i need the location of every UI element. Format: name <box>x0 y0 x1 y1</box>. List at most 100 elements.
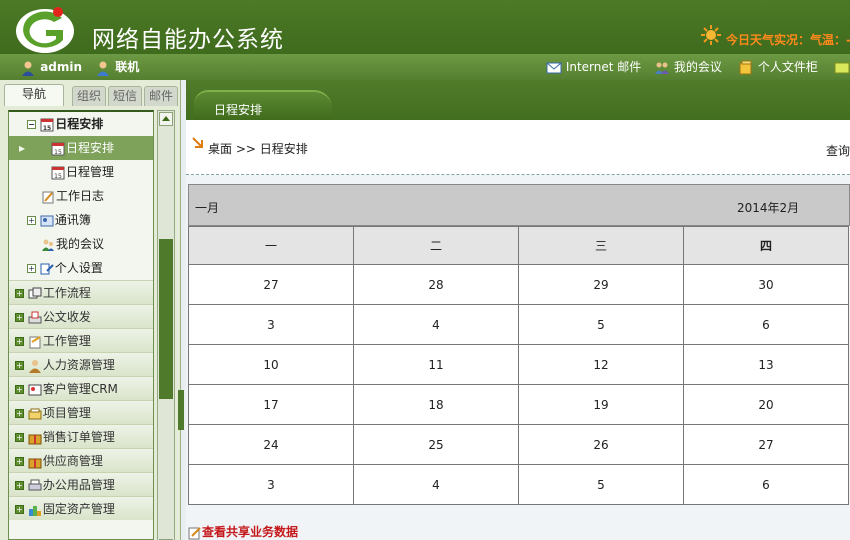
collapse-icon[interactable]: − <box>27 120 36 129</box>
calendar-day-cell[interactable]: 29 <box>518 264 684 305</box>
calendar-day-cell[interactable]: 11 <box>353 344 519 385</box>
shared-data-link[interactable]: 查看共享业务数据 <box>188 523 298 540</box>
calendar-day-cell[interactable]: 4 <box>353 304 519 345</box>
calendar-day-cell[interactable]: 10 <box>188 344 354 385</box>
nav-group-office-supplies[interactable]: + 办公用品管理 <box>9 472 153 496</box>
calendar-day-cell[interactable]: 24 <box>188 424 354 465</box>
calendar-day-cell[interactable]: 5 <box>518 464 684 505</box>
calendar-day-cell[interactable]: 28 <box>353 264 519 305</box>
tree-label: 我的会议 <box>56 237 105 251</box>
tree-my-meeting[interactable]: 我的会议 <box>9 232 153 256</box>
meeting-icon <box>655 62 669 74</box>
nav-group-work-management[interactable]: + 工作管理 <box>9 328 153 352</box>
expand-icon[interactable]: + <box>15 505 24 514</box>
calendar-day-cell[interactable]: 26 <box>518 424 684 465</box>
tree-schedule-group[interactable]: − 15 日程安排 <box>9 112 153 136</box>
meeting-icon <box>42 239 54 251</box>
nav-group-documents[interactable]: + 公文收发 <box>9 304 153 328</box>
calendar-day-cell[interactable]: 30 <box>683 264 849 305</box>
folder-icon <box>739 60 752 74</box>
selected-arrow-icon: ▸ <box>19 141 26 155</box>
breadcrumb[interactable]: 桌面 >> 日程安排 <box>208 140 308 157</box>
calendar-day-cell[interactable]: 17 <box>188 384 354 425</box>
tab-sms[interactable]: 短信 <box>108 86 142 106</box>
calendar-week-row: 27 28 29 30 <box>188 264 849 305</box>
calendar-day-cell[interactable]: 6 <box>683 304 849 345</box>
expand-icon[interactable]: + <box>15 409 24 418</box>
calendar-day-cell[interactable]: 18 <box>353 384 519 425</box>
user-name: admin <box>40 60 83 74</box>
tree-schedule-manage[interactable]: 15 日程管理 <box>9 160 153 184</box>
tree-work-log[interactable]: 工作日志 <box>9 184 153 208</box>
shared-data-label: 查看共享业务数据 <box>202 525 299 539</box>
expand-icon[interactable]: + <box>15 481 24 490</box>
calendar-day-cell[interactable]: 19 <box>518 384 684 425</box>
calendar-day-cell[interactable]: 12 <box>518 344 684 385</box>
online-users[interactable]: 联机 <box>95 58 139 76</box>
calendar-day-cell[interactable]: 13 <box>683 344 849 385</box>
calendar-day-cell[interactable]: 20 <box>683 384 849 425</box>
expand-icon[interactable]: + <box>15 457 24 466</box>
sidebar-collapse-handle[interactable] <box>178 390 184 430</box>
notepad-icon <box>42 191 54 203</box>
calendar-grid: 一 二 三 四 27 28 29 30 3456 10 11 12 13 17 18 19 20 … <box>188 226 849 505</box>
internet-mail-link[interactable]: Internet 邮件 <box>546 58 641 76</box>
scroll-up-button[interactable] <box>159 112 173 126</box>
nav-group-workflow[interactable]: + 工作流程 <box>9 280 153 304</box>
tab-navigation[interactable]: 导航 <box>4 84 64 106</box>
calendar-day-cell[interactable]: 25 <box>353 424 519 465</box>
group-label: 项目管理 <box>42 406 91 420</box>
tab-schedule[interactable]: 日程安排 <box>194 90 332 120</box>
tab-mail[interactable]: 邮件 <box>144 86 178 106</box>
customer-icon <box>28 384 42 395</box>
file-cabinet-link[interactable]: 个人文件柜 <box>738 58 818 76</box>
online-label: 联机 <box>115 60 140 74</box>
expand-icon[interactable]: + <box>15 337 24 346</box>
expand-icon[interactable]: + <box>15 289 24 298</box>
settings-icon <box>40 263 54 274</box>
group-label: 供应商管理 <box>42 454 103 468</box>
calendar-week-row: 10 11 12 13 <box>188 344 849 385</box>
current-user[interactable]: admin <box>20 58 82 76</box>
expand-icon[interactable]: + <box>15 433 24 442</box>
calendar-icon: 15 <box>51 166 65 180</box>
expand-icon[interactable]: + <box>27 264 36 273</box>
tree-label: 日程安排 <box>66 141 115 155</box>
nav-group-crm[interactable]: + 客户管理CRM <box>9 376 153 400</box>
calendar-week-row: 17 18 19 20 <box>188 384 849 425</box>
weekday-header: 二 <box>353 226 519 265</box>
tree-label: 个人设置 <box>54 261 103 275</box>
nav-group-fixed-assets[interactable]: + 固定资产管理 <box>9 496 153 520</box>
scroll-thumb[interactable] <box>159 239 173 399</box>
calendar-day-cell[interactable]: 4 <box>353 464 519 505</box>
calendar-day-cell[interactable]: 3 <box>188 304 354 345</box>
calendar-day-cell[interactable]: 27 <box>683 424 849 465</box>
tree-schedule-item[interactable]: ▸ 15 日程安排 <box>9 136 153 160</box>
calendar-day-cell[interactable]: 27 <box>188 264 354 305</box>
svg-text:15: 15 <box>54 149 62 156</box>
more-icon[interactable] <box>834 59 850 77</box>
expand-icon[interactable]: + <box>27 216 36 225</box>
task-icon <box>29 335 41 348</box>
query-link[interactable]: 查询 <box>826 142 850 159</box>
nav-group-hr[interactable]: + 人力资源管理 <box>9 352 153 376</box>
nav-group-suppliers[interactable]: + 供应商管理 <box>9 448 153 472</box>
calendar-day-cell[interactable]: 5 <box>518 304 684 345</box>
tree-contacts[interactable]: + 通讯簿 <box>9 208 153 232</box>
tree-personal-settings[interactable]: + 个人设置 <box>9 256 153 280</box>
nav-group-projects[interactable]: + 项目管理 <box>9 400 153 424</box>
assets-icon <box>28 505 41 516</box>
tab-organization[interactable]: 组织 <box>72 86 106 106</box>
expand-icon[interactable]: + <box>15 313 24 322</box>
my-meeting-link[interactable]: 我的会议 <box>654 58 722 76</box>
calendar-day-cell[interactable]: 6 <box>683 464 849 505</box>
calendar-day-cell[interactable]: 3 <box>188 464 354 505</box>
expand-icon[interactable]: + <box>15 361 24 370</box>
nav-scrollbar[interactable] <box>157 110 175 540</box>
calendar-icon: 15 <box>51 142 65 156</box>
previous-month-link[interactable]: 一月 <box>195 199 219 216</box>
project-icon <box>28 408 42 419</box>
expand-icon[interactable]: + <box>15 385 24 394</box>
nav-group-sales-orders[interactable]: + 销售订单管理 <box>9 424 153 448</box>
group-label: 工作流程 <box>42 286 91 300</box>
